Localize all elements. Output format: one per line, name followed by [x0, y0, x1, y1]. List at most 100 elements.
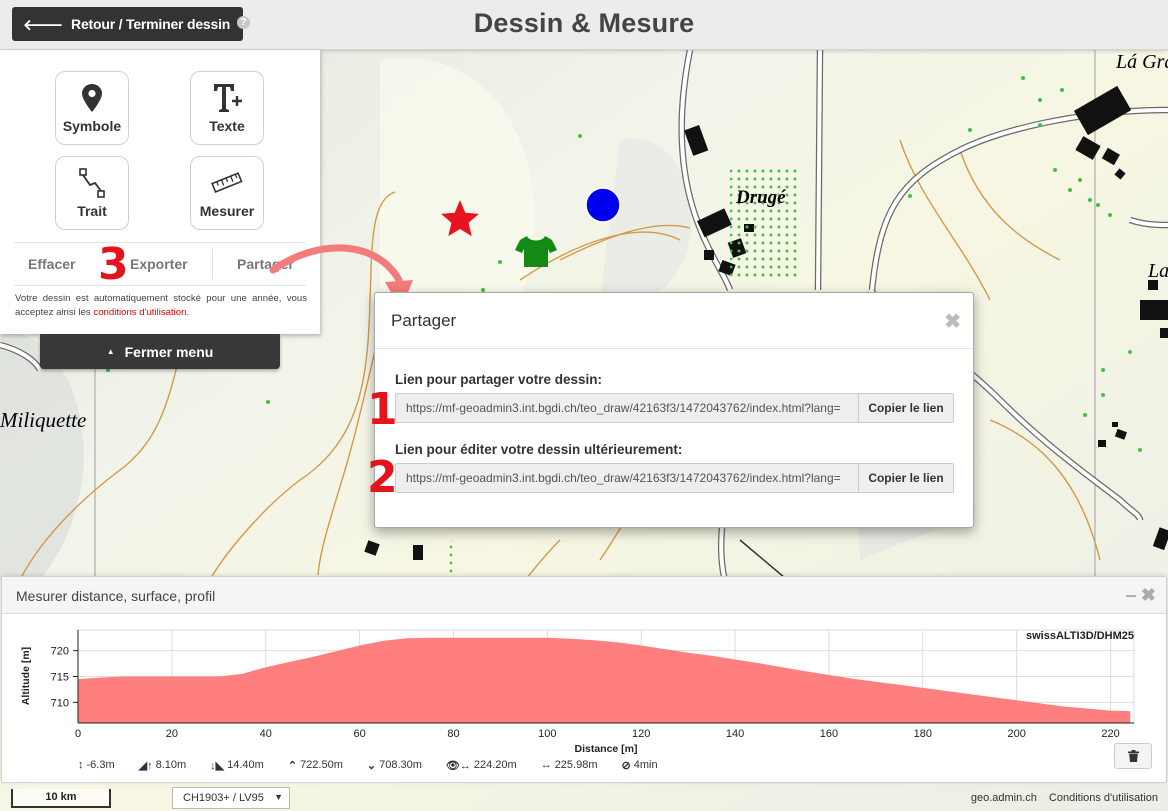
share-link-group: Copier le lien	[395, 393, 954, 423]
measure-panel-header: Mesurer distance, surface, profil ‒ ✖	[2, 577, 1166, 614]
lowest-point-icon: ⌄	[366, 759, 377, 772]
clock-icon: ⊘	[621, 759, 631, 772]
profile-stat: ⌃ 722.50m	[288, 757, 343, 773]
export-button[interactable]: Exporter	[130, 243, 188, 285]
profile-stats: ↕ -6.3m ◢↑ 8.10m ↓◣ 14.40m ⌃ 722.50m ⌄ 708.30m 👁↔ 2…	[78, 757, 682, 773]
place-label-la: La	[1147, 260, 1168, 282]
copy-edit-link-button[interactable]: Copier le lien	[858, 463, 954, 493]
circle-symbol[interactable]	[585, 187, 621, 223]
descent-icon: ↓◣	[210, 759, 225, 772]
close-menu-button[interactable]: ▲ Fermer menu	[40, 334, 280, 369]
annotation-number-2: 2	[367, 452, 398, 503]
x-tick-label: 20	[166, 728, 178, 740]
minimize-icon[interactable]: ‒	[1126, 585, 1136, 606]
share-dialog-title: Partager	[391, 311, 457, 330]
share-dialog: Partager ✖ Lien pour partager votre dess…	[374, 292, 974, 528]
x-tick-label: 140	[726, 728, 744, 740]
profile-stat-value: 722.50m	[300, 759, 343, 771]
close-icon[interactable]: ✖	[1141, 585, 1156, 606]
profile-stat-value: 8.10m	[155, 759, 187, 771]
profile-stat: ◢↑ 8.10m	[139, 757, 187, 773]
annotation-number-1: 1	[367, 384, 398, 435]
text-tool-label: Texte	[209, 118, 245, 134]
x-tick-label: 200	[1007, 728, 1025, 740]
dropdown-caret-icon: ▼	[274, 792, 283, 802]
profile-stat: ↕ -6.3m	[78, 757, 115, 773]
x-tick-label: 80	[447, 728, 459, 740]
y-tick-label: 720	[51, 646, 69, 658]
profile-stat: ⊘ 4min	[622, 757, 658, 773]
storage-note-end: .	[186, 307, 190, 318]
terms-of-use-link[interactable]: Conditions d'utilisation	[1049, 792, 1158, 804]
profile-stat: ↔ 225.98m	[541, 757, 598, 773]
elevation-profile-chart: 0 20 40 60 80 100 120 140 160 180 200 220710715720 …	[20, 629, 1135, 754]
place-label-miliquette: Miliquette	[0, 408, 86, 432]
measure-tool-label: Mesurer	[199, 203, 255, 219]
x-tick-label: 120	[632, 728, 650, 740]
x-axis-label: Distance [m]	[574, 743, 637, 754]
panel-actions: Effacer Exporter Partager	[14, 242, 306, 286]
distance-icon: ↔	[540, 759, 552, 771]
y-tick-label: 715	[51, 672, 69, 684]
x-tick-label: 180	[914, 728, 932, 740]
symbol-tool-label: Symbole	[62, 118, 122, 134]
edit-link-input[interactable]	[395, 463, 858, 493]
profile-stat-value: 225.98m	[554, 759, 598, 771]
x-tick-label: 100	[538, 728, 556, 740]
height-diff-icon: ↕	[78, 759, 84, 771]
y-tick-label: 710	[51, 697, 69, 709]
top-header: 🡐 Retour / Terminer dessin ? Dessin & Me…	[0, 0, 1168, 50]
x-tick-label: 0	[75, 728, 81, 740]
place-label-druge: Drugé	[735, 187, 786, 208]
ruler-icon	[211, 172, 243, 193]
profile-stat-value: 14.40m	[227, 759, 264, 771]
profile-stat: ↓◣ 14.40m	[210, 757, 264, 773]
symbol-tool-button[interactable]: Symbole	[55, 71, 129, 145]
ascent-icon: ◢↑	[138, 759, 153, 772]
text-tool-button[interactable]: Texte	[190, 71, 264, 145]
coordinate-system-select[interactable]: CH1903+ / LV95 ▼	[172, 787, 290, 809]
profile-stat-value: -6.3m	[86, 759, 115, 771]
close-icon[interactable]: ✖	[944, 309, 961, 334]
delete-measure-button[interactable]	[1114, 743, 1152, 769]
edit-link-group: Copier le lien	[395, 463, 954, 493]
measure-profile-panel: Mesurer distance, surface, profil ‒ ✖ 0 2…	[1, 576, 1167, 783]
measure-panel-title: Mesurer distance, surface, profil	[16, 588, 216, 604]
line-icon	[79, 168, 105, 198]
profile-stat-value: 4min	[633, 759, 658, 771]
line-tool-label: Trait	[77, 203, 107, 219]
line-tool-button[interactable]: Trait	[55, 156, 129, 230]
share-link-input[interactable]	[395, 393, 858, 423]
action-divider	[212, 249, 213, 279]
measure-tool-button[interactable]: Mesurer	[190, 156, 264, 230]
delete-button[interactable]: Effacer	[28, 243, 75, 285]
geo-admin-link[interactable]: geo.admin.ch	[971, 792, 1037, 804]
profile-stat: ⌄ 708.30m	[367, 757, 422, 773]
y-axis-label: Altitude [m]	[20, 647, 32, 705]
annotation-number-3: 3	[98, 239, 129, 290]
chart-title: swissALTI3D/DHM25	[1026, 630, 1134, 642]
terms-link[interactable]: conditions d'utilisation	[93, 307, 186, 318]
eye-distance-icon: 👁↔	[445, 759, 471, 772]
share-dialog-header: Partager ✖	[375, 293, 973, 349]
share-link-label: Lien pour partager votre dessin:	[395, 372, 603, 387]
text-icon	[214, 84, 242, 112]
place-label-la-gra: Lá Gra	[1115, 51, 1168, 73]
map-marker-icon	[82, 84, 102, 112]
trash-icon	[1127, 750, 1139, 762]
close-menu-label: Fermer menu	[124, 343, 214, 360]
x-tick-label: 220	[1101, 728, 1119, 740]
x-tick-label: 60	[353, 728, 365, 740]
x-tick-label: 40	[260, 728, 272, 740]
highest-point-icon: ⌃	[287, 759, 298, 772]
storage-note: Votre dessin est automatiquement stocké …	[15, 292, 307, 320]
profile-stat: 👁↔ 224.20m	[446, 757, 517, 773]
profile-stat-value: 708.30m	[379, 759, 422, 771]
copy-share-link-button[interactable]: Copier le lien	[858, 393, 954, 423]
scale-bar: 10 km	[11, 789, 111, 808]
page-title: Dessin & Mesure	[473, 8, 695, 38]
profile-stat-value: 224.20m	[473, 759, 517, 771]
x-tick-label: 160	[820, 728, 838, 740]
footer-links: geo.admin.ch Conditions d'utilisation	[971, 792, 1158, 804]
caret-up-icon: ▲	[106, 347, 115, 356]
